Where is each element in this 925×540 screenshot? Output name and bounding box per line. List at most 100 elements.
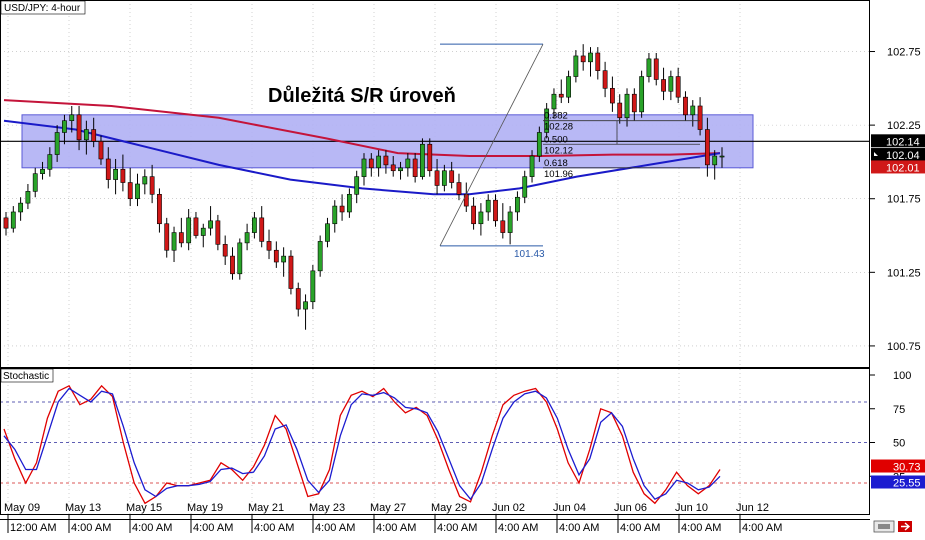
candle-body [697, 105, 703, 130]
chart-title: USD/JPY: 4-hour [4, 3, 81, 14]
x-axis-date-label: May 29 [431, 502, 467, 514]
x-axis-time-label: 4:00 AM [254, 522, 294, 534]
stoch-axis-label: 75 [893, 404, 905, 416]
candle-body [237, 242, 243, 275]
candle-body [25, 191, 31, 204]
candle-body [602, 70, 608, 89]
candle-body [558, 93, 564, 98]
candle-body [127, 182, 133, 200]
stoch-value-label: 25.55 [893, 478, 921, 490]
candle-body [288, 255, 294, 289]
x-axis-time-label: 12:00 AM [10, 522, 56, 534]
x-axis-date-label: May 13 [65, 502, 101, 514]
x-axis-time-label: 4:00 AM [132, 522, 172, 534]
candle-body [339, 205, 345, 213]
candle-body [332, 205, 338, 225]
candle-body [32, 173, 38, 192]
x-axis-time-label: 4:00 AM [315, 522, 355, 534]
price-axis-label: 102.25 [887, 120, 921, 132]
x-axis-time-label: 4:00 AM [193, 522, 233, 534]
candle-body [259, 217, 265, 242]
candle-body [76, 114, 82, 141]
candle-body [719, 155, 725, 158]
candle-body [478, 211, 484, 225]
candle-body [485, 199, 491, 213]
candle-body [704, 129, 710, 166]
fib-level-ratio: 0.500 [544, 134, 568, 145]
candle-body [105, 158, 111, 180]
candle-body [135, 183, 140, 200]
candle-body [522, 176, 528, 198]
candle-body [551, 93, 557, 110]
candle-body [456, 182, 462, 195]
x-axis-time-label: 4:00 AM [437, 522, 477, 534]
x-axis-date-label: Jun 12 [736, 502, 769, 514]
candle-body [252, 217, 257, 233]
x-axis-time-label: 4:00 AM [681, 522, 721, 534]
candle-body [120, 168, 126, 183]
candle-body [376, 155, 382, 169]
sr-annotation: Důležitá S/R úroveň [268, 85, 456, 107]
x-axis-time-label: 4:00 AM [498, 522, 538, 534]
candle-body [83, 129, 89, 141]
fib-level-ratio: 0.618 [544, 158, 568, 169]
candle-body [244, 232, 250, 244]
x-axis-date-label: May 23 [309, 502, 345, 514]
stoch-axis-label: 100 [893, 370, 911, 382]
x-axis-date-label: May 15 [126, 502, 162, 514]
candle-body [10, 211, 16, 229]
candle-body [668, 76, 674, 92]
candle-body [712, 155, 718, 166]
candle-body [493, 199, 498, 222]
candle-body [624, 93, 630, 119]
candle-body [18, 202, 24, 213]
candle-body [631, 93, 637, 113]
candle-body [361, 158, 367, 177]
candle-body [193, 217, 199, 236]
x-axis-time-label: 4:00 AM [71, 522, 111, 534]
toolbar-icons[interactable] [873, 520, 912, 533]
candle-body [40, 168, 45, 174]
fib-level-price: 102.28 [544, 122, 573, 133]
candle-body [164, 223, 170, 251]
fib-level-price: 102.12 [544, 145, 573, 156]
candle-body [178, 232, 184, 244]
candle-body [295, 288, 301, 310]
candle-body [420, 143, 425, 177]
candle-body [142, 176, 148, 185]
candle-body [215, 220, 221, 245]
price-marker-label: 102.04 [886, 150, 920, 162]
candle-body [149, 176, 155, 195]
price-axis-label: 101.75 [887, 194, 921, 206]
x-axis-time-label: 4:00 AM [376, 522, 416, 534]
candle-body [441, 170, 447, 186]
candle-body [354, 176, 360, 195]
candle-body [383, 155, 389, 166]
candle-body [690, 105, 696, 116]
candle-body [3, 217, 9, 229]
price-axis-label: 102.75 [887, 47, 921, 59]
x-axis-date-label: Jun 04 [553, 502, 586, 514]
candle-body [405, 158, 411, 169]
candle-body [303, 301, 308, 310]
candle-body [646, 58, 652, 77]
candle-body [566, 76, 571, 98]
candle-body [157, 194, 162, 225]
candle-body [266, 241, 272, 251]
candle-body [317, 241, 323, 272]
candle-body [273, 249, 279, 263]
candle-body [186, 217, 192, 244]
candle-body [661, 79, 666, 92]
candle-body [98, 141, 104, 160]
fib-low-label: 101.43 [514, 249, 545, 260]
candle-body [208, 220, 213, 229]
price-marker-label: 102.01 [886, 162, 920, 174]
candle-body [536, 132, 542, 157]
candle-body [325, 223, 330, 242]
x-axis-date-label: May 21 [248, 502, 284, 514]
x-axis-date-label: Jun 06 [614, 502, 647, 514]
candle-body [434, 170, 440, 186]
x-axis-date-label: May 09 [4, 502, 40, 514]
candle-body [653, 58, 659, 80]
price-axis-label: 101.25 [887, 267, 921, 279]
